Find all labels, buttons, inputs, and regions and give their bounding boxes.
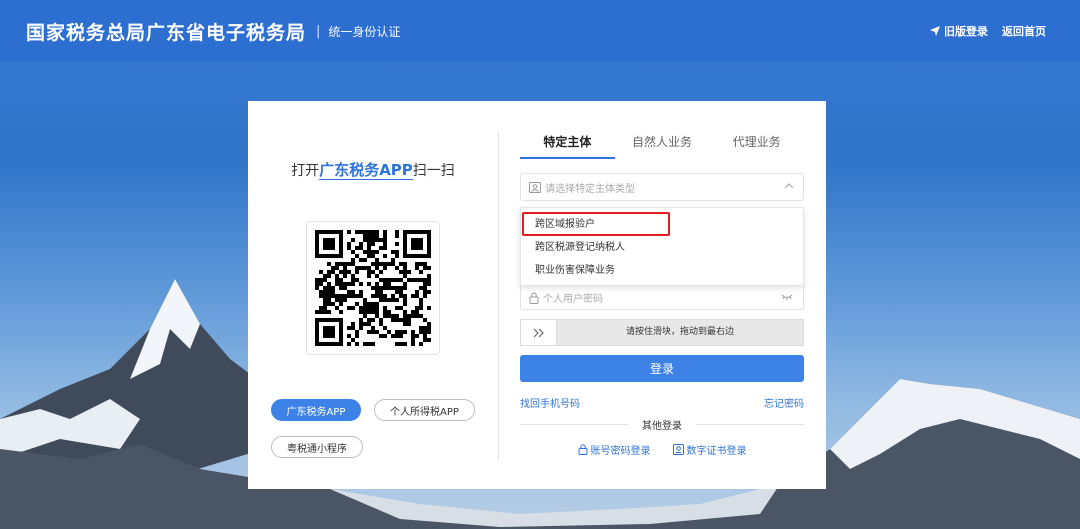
divider-line-left [520, 424, 628, 425]
slider-text: 请按住滑块，拖动到最右边 [625, 327, 734, 337]
other-login-label: 其他登录 [642, 421, 682, 432]
password-placeholder: 个人用户密码 [543, 294, 603, 305]
cert-login-label: 数字证书登录 [686, 445, 747, 457]
qr-code-image [315, 230, 431, 346]
site-title: 国家税务总局广东省电子税务局 [26, 21, 307, 44]
eye-closed-icon[interactable] [781, 294, 793, 300]
scan-suffix: 扫一扫 [412, 163, 455, 179]
scan-app-name: 广东税务APP [319, 161, 413, 180]
user-card-icon [529, 181, 541, 193]
slide-verify: 请按住滑块，拖动到最右边 [520, 319, 804, 346]
recovery-links: 找回手机号码 忘记密码 [520, 395, 804, 410]
chevron-up-icon [784, 183, 794, 189]
panel-divider [498, 133, 499, 459]
other-login-options: 账号密码登录 数字证书登录 [520, 441, 804, 457]
scan-prefix: 打开 [291, 163, 320, 179]
chip-personal-tax-app[interactable]: 个人所得税APP [374, 399, 475, 421]
option-cross-region-taxpayer[interactable]: 跨区税源登记纳税人 [521, 236, 803, 259]
double-chevron-right-icon [533, 328, 544, 337]
subject-type-dropdown: 跨区域报验户 跨区税源登记纳税人 职业伤害保障业务 [520, 207, 804, 286]
lock-icon [578, 443, 587, 455]
title-separator: | [316, 23, 321, 39]
subject-type-select[interactable]: 请选择特定主体类型 [520, 173, 804, 201]
login-form-panel: 特定主体 自然人业务 代理业务 请选择特定主体类型 个人用户密码 跨区域报验户 … [520, 101, 804, 489]
site-subtitle: 统一身份认证 [328, 24, 401, 39]
certificate-icon [672, 443, 684, 455]
old-login-link[interactable]: 旧版登录 [930, 23, 988, 39]
send-icon [930, 26, 940, 36]
header-links: 旧版登录 返回首页 [916, 0, 1046, 62]
cert-login-link[interactable]: 数字证书登录 [672, 441, 747, 457]
scan-prompt: 打开广东税务APP扫一扫 [248, 159, 498, 180]
tab-agent[interactable]: 代理业务 [709, 129, 804, 159]
old-login-label: 旧版登录 [944, 25, 988, 38]
tab-natural-person[interactable]: 自然人业务 [615, 129, 710, 159]
lock-icon [529, 292, 539, 304]
slider-handle[interactable] [521, 320, 557, 345]
account-login-link[interactable]: 账号密码登录 [578, 441, 651, 457]
other-login-heading: 其他登录 [520, 417, 804, 432]
chip-mini-program[interactable]: 粤税通小程序 [271, 436, 363, 458]
chip-gd-tax-app[interactable]: 广东税务APP [271, 399, 361, 421]
forgot-password-link[interactable]: 忘记密码 [764, 395, 804, 410]
login-card: 打开广东税务APP扫一扫 广东税务APP 个人所得税APP 粤税通小程序 特定主… [248, 101, 826, 489]
option-cross-region-inspection[interactable]: 跨区域报验户 [521, 213, 803, 236]
password-field[interactable]: 个人用户密码 [520, 286, 804, 310]
qr-code [306, 221, 440, 355]
home-link[interactable]: 返回首页 [1002, 23, 1046, 39]
login-button[interactable]: 登录 [520, 355, 804, 382]
option-occupational-injury[interactable]: 职业伤害保障业务 [521, 259, 803, 282]
qr-panel: 打开广东税务APP扫一扫 广东税务APP 个人所得税APP 粤税通小程序 [248, 101, 498, 489]
divider-line-right [696, 424, 804, 425]
header-bar: 国家税务总局广东省电子税务局 | 统一身份认证 旧版登录 返回首页 [0, 0, 1080, 62]
account-login-label: 账号密码登录 [590, 445, 651, 457]
retrieve-phone-link[interactable]: 找回手机号码 [520, 395, 580, 410]
subject-type-placeholder: 请选择特定主体类型 [545, 183, 635, 195]
login-tabs: 特定主体 自然人业务 代理业务 [520, 129, 804, 159]
tab-specific-subject[interactable]: 特定主体 [520, 129, 615, 159]
